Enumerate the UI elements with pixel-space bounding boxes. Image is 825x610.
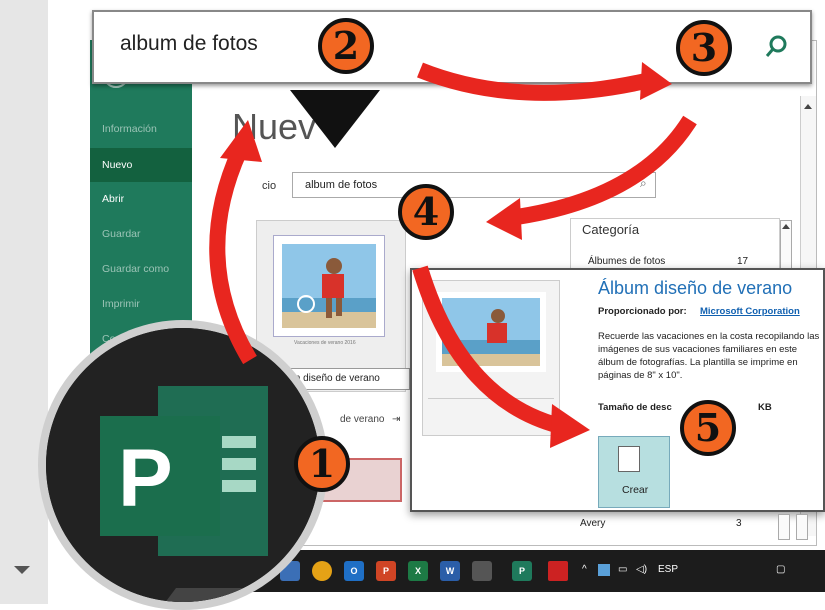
down-arrow-icon (290, 90, 380, 148)
arrow-head-icon (220, 120, 262, 162)
arrow-1-to-nuevo (209, 146, 257, 365)
annotation-arrows (209, 62, 697, 448)
arrow-head-icon (486, 198, 522, 240)
arrow-3-to-4 (508, 115, 697, 226)
arrow-2-to-3 (417, 62, 652, 101)
arrow-head-icon (640, 62, 672, 100)
step-badge-3: 3 (676, 20, 732, 76)
arrow-head-icon (550, 404, 590, 448)
step-badge-5: 5 (680, 400, 736, 456)
step-badge-2: 2 (318, 18, 374, 74)
step-badge-4: 4 (398, 184, 454, 240)
step-badge-1: 1 (294, 436, 350, 492)
arrow-4-to-5 (412, 265, 563, 434)
